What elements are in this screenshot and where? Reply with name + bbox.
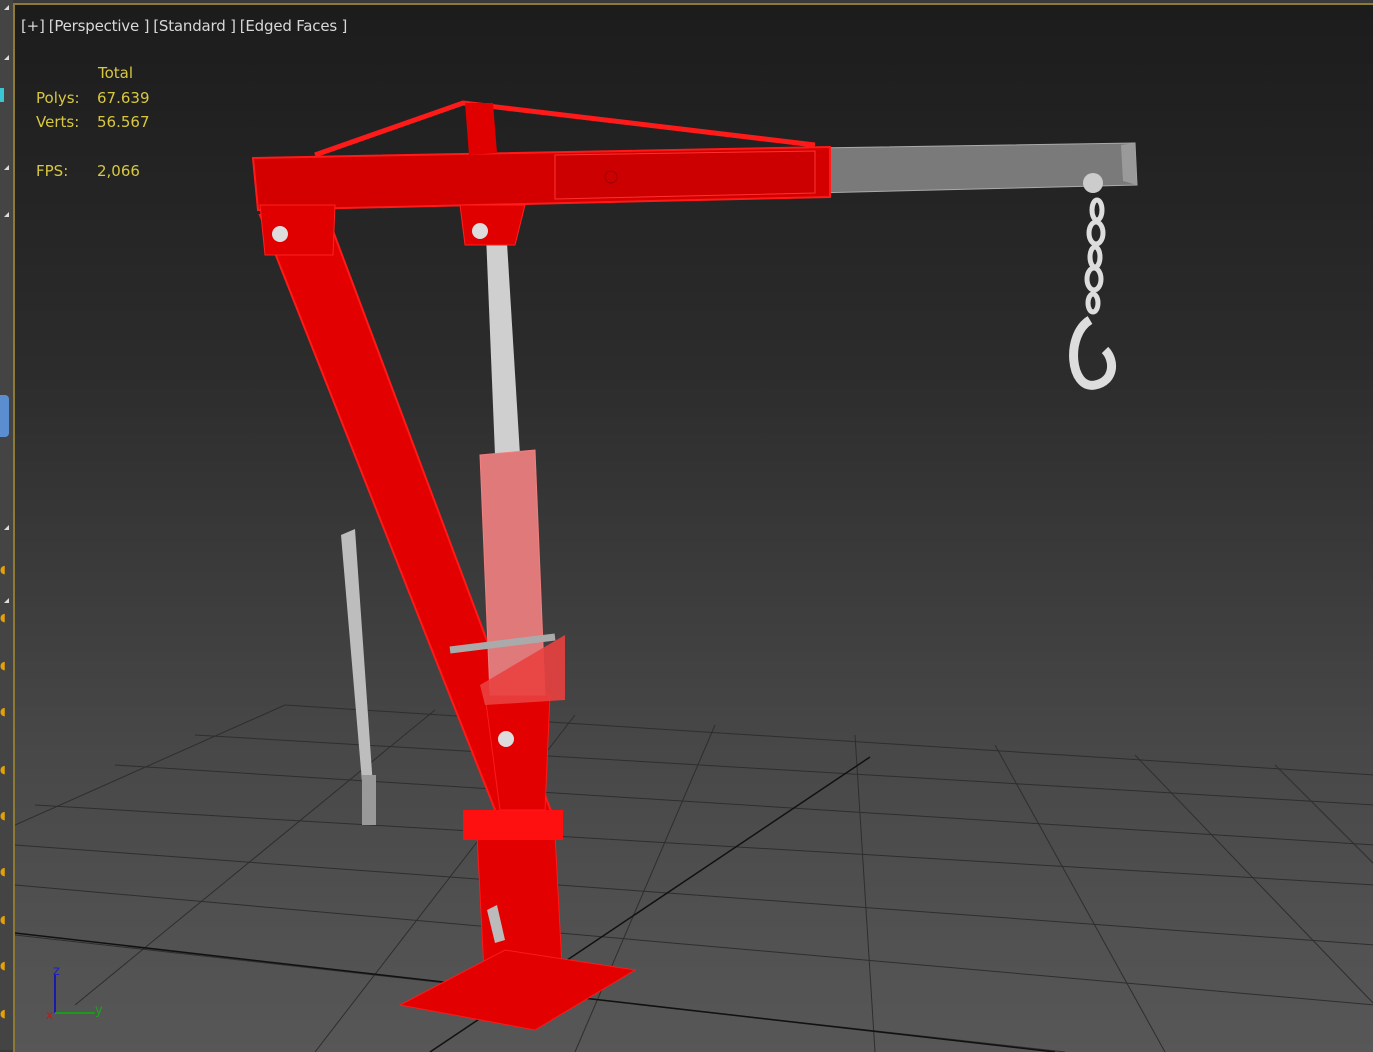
polys-label: Polys: [36,89,80,107]
tool-icon[interactable]: ◖ [0,612,8,623]
viewport-shading-standard-menu[interactable]: [Standard ] [153,17,236,35]
tool-icon[interactable]: ◖ [0,914,8,925]
polys-value: 67.639 [97,89,150,107]
scene-render: z y x [15,100,1373,1052]
rollout-arrow-icon[interactable] [4,525,9,530]
tool-icon[interactable]: ◖ [0,706,8,717]
rollout-arrow-icon[interactable] [4,5,9,10]
perspective-viewport[interactable]: z y x [+] [Perspective ] [Standard ] [Edged… [13,3,1373,1052]
tool-icon[interactable]: ◖ [0,564,8,575]
fps-label: FPS: [36,162,69,180]
axis-z-label: z [53,964,60,979]
viewport-pov-menu[interactable]: [Perspective ] [49,17,150,35]
viewport-display-mode-menu[interactable]: [Edged Faces ] [240,17,348,35]
rollout-arrow-icon[interactable] [4,598,9,603]
tool-icon[interactable]: ◖ [0,660,8,671]
fps-value: 2,066 [97,162,140,180]
verts-value: 56.567 [97,113,150,131]
tool-icon[interactable]: ◖ [0,960,8,971]
viewport-plus-menu[interactable]: [+] [21,17,45,35]
tool-icon[interactable]: ◖ [0,866,8,877]
crane-model [251,100,1138,1031]
tool-icon[interactable] [0,88,4,102]
tool-icon[interactable]: ◖ [0,764,8,775]
home-grid [15,704,1373,1052]
rollout-arrow-icon[interactable] [4,55,9,60]
tool-icon[interactable]: ◖ [0,810,8,821]
axis-y-label: y [95,1003,103,1018]
rollout-arrow-icon[interactable] [4,165,9,170]
rollout-arrow-icon[interactable] [4,212,9,217]
tool-icon[interactable]: ◖ [0,1008,8,1019]
left-toolbar-strip[interactable]: ◖ ◖ ◖ ◖ ◖ ◖ ◖ ◖ ◖ ◖ [0,0,13,1050]
axis-x-label: x [46,1008,53,1022]
stats-header: Total [98,64,134,82]
scroll-handle[interactable] [0,395,9,437]
verts-label: Verts: [36,113,80,131]
viewport-label-menu[interactable]: [+] [Perspective ] [Standard ] [Edged Faces… [21,17,351,35]
